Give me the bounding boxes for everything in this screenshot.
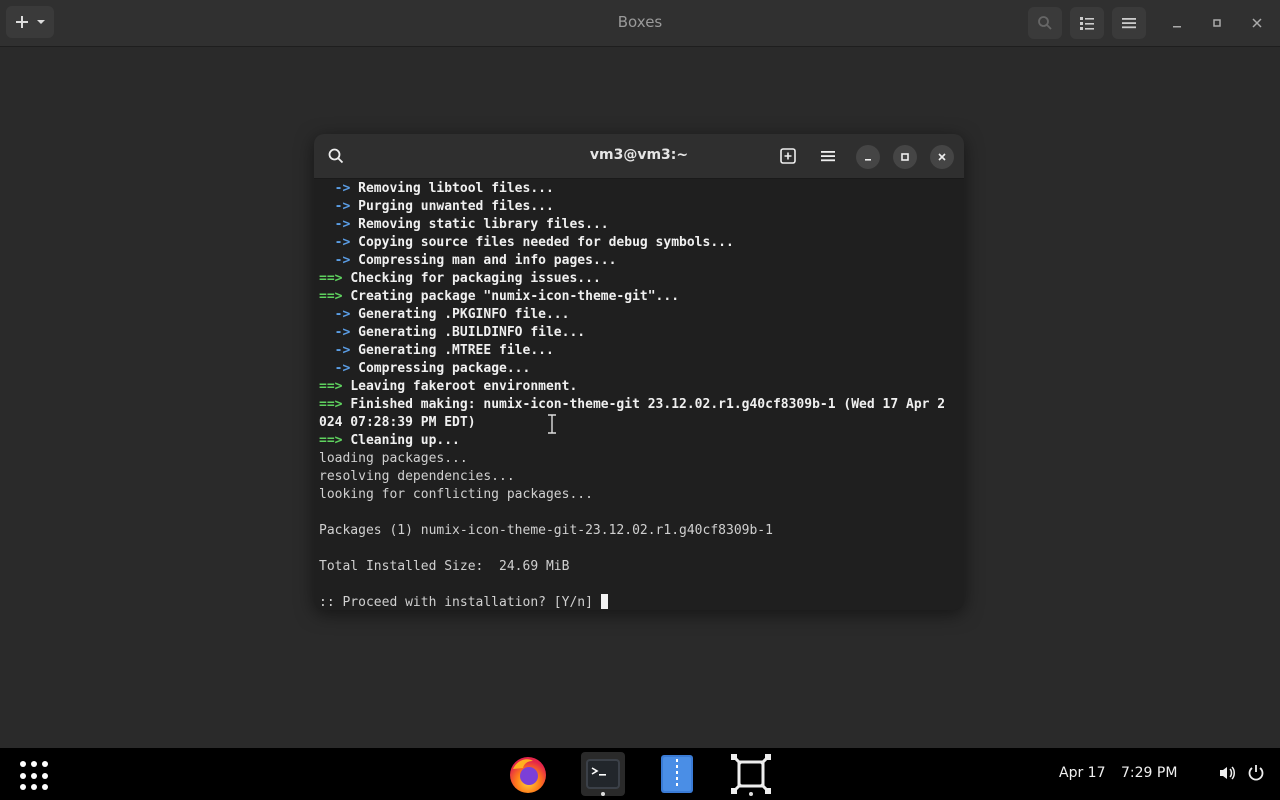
terminal-line: looking for conflicting packages...: [319, 487, 593, 502]
dock-archive-manager[interactable]: [655, 752, 699, 796]
clock-time[interactable]: 7:29 PM: [1121, 765, 1177, 781]
running-indicator: [749, 792, 753, 796]
terminal-line: resolving dependencies...: [319, 469, 515, 484]
power-icon[interactable]: [1247, 764, 1265, 786]
terminal-line: -> Purging unwanted files...: [319, 199, 554, 214]
volume-icon[interactable]: [1218, 764, 1236, 786]
maximize-button[interactable]: [1206, 12, 1228, 34]
close-button[interactable]: [1246, 12, 1268, 34]
terminal-line: ==> Checking for packaging issues...: [319, 271, 601, 286]
clock-date[interactable]: Apr 17: [1059, 765, 1105, 781]
text-cursor-icon: [546, 414, 558, 434]
dock-terminal[interactable]: [581, 752, 625, 796]
archive-icon: [661, 755, 693, 793]
close-icon: [938, 153, 946, 161]
minimize-icon: [1173, 26, 1181, 28]
terminal-line: Total Installed Size: 24.69 MiB: [319, 559, 570, 574]
minimize-button[interactable]: [1166, 12, 1188, 34]
terminal-maximize-button[interactable]: [893, 145, 917, 169]
search-button[interactable]: [1028, 7, 1062, 39]
close-icon: [1252, 18, 1262, 28]
terminal-line: -> Generating .PKGINFO file...: [319, 307, 570, 322]
running-indicator: [601, 792, 605, 796]
terminal-window[interactable]: vm3@vm3:~ -> Removing libtool files... -…: [314, 134, 964, 610]
terminal-icon: [586, 759, 620, 789]
taskbar: Apr 17 7:29 PM: [0, 748, 1280, 800]
minimize-icon: [865, 159, 871, 161]
terminal-minimize-button[interactable]: [856, 145, 880, 169]
boxes-icon: [731, 754, 771, 794]
new-tab-button[interactable]: [777, 145, 799, 167]
terminal-line: loading packages...: [319, 451, 468, 466]
main-menu-button[interactable]: [1112, 7, 1146, 39]
terminal-line: -> Removing libtool files...: [319, 181, 554, 196]
hamburger-menu-icon: [821, 151, 835, 162]
terminal-line: ==> Leaving fakeroot environment.: [319, 379, 578, 394]
terminal-line: :: Proceed with installation? [Y/n]: [319, 594, 964, 610]
terminal-line: -> Generating .BUILDINFO file...: [319, 325, 586, 340]
firefox-icon: [510, 757, 546, 793]
list-view-icon: [1080, 17, 1094, 30]
terminal-cursor: [600, 594, 608, 609]
view-list-button[interactable]: [1070, 7, 1104, 39]
terminal-line: -> Removing static library files...: [319, 217, 609, 232]
new-tab-icon: [780, 148, 796, 164]
terminal-output[interactable]: -> Removing libtool files... -> Purging …: [319, 180, 964, 610]
terminal-menu-button[interactable]: [817, 145, 839, 167]
terminal-line: -> Generating .MTREE file...: [319, 343, 554, 358]
dock-boxes[interactable]: [729, 752, 773, 796]
terminal-line: ==> Creating package "numix-icon-theme-g…: [319, 289, 680, 304]
dock-firefox[interactable]: [506, 752, 550, 796]
terminal-close-button[interactable]: [930, 145, 954, 169]
maximize-icon: [1213, 19, 1221, 27]
terminal-line: ==> Finished making: numix-icon-theme-gi…: [319, 397, 946, 412]
terminal-line: -> Compressing man and info pages...: [319, 253, 617, 268]
terminal-line: Packages (1) numix-icon-theme-git-23.12.…: [319, 523, 773, 538]
hamburger-menu-icon: [1122, 18, 1136, 29]
terminal-line: 024 07:28:39 PM EDT): [319, 415, 476, 430]
app-grid-button[interactable]: [18, 759, 52, 793]
terminal-line: -> Compressing package...: [319, 361, 531, 376]
boxes-header: Boxes: [0, 0, 1280, 47]
terminal-line: ==> Cleaning up...: [319, 433, 460, 448]
terminal-header: vm3@vm3:~: [314, 134, 964, 179]
terminal-line: -> Copying source files needed for debug…: [319, 235, 734, 250]
maximize-icon: [901, 153, 909, 161]
search-icon: [1038, 16, 1052, 30]
